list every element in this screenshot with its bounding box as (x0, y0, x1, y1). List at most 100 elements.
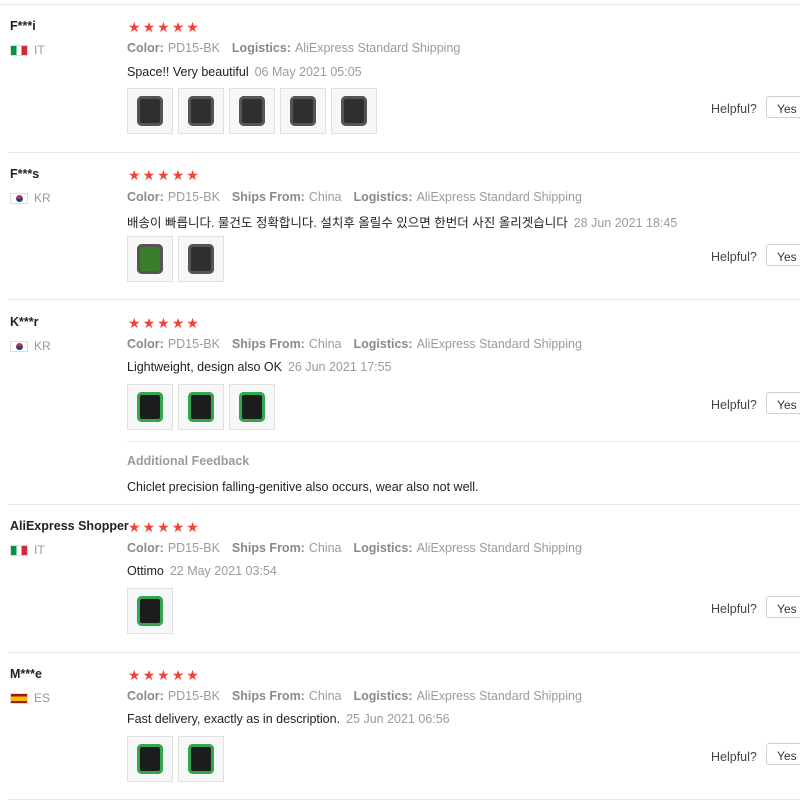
ships-from-label: Ships From: (231, 541, 305, 555)
color-value: PD15-BK (167, 190, 220, 204)
order-info: Color: PD15-BK Ships From: China Logistics: A… (127, 541, 582, 555)
helpful-label: Helpful? (711, 398, 757, 412)
star-rating: ★ ★ ★ ★ ★ (128, 168, 199, 182)
star-icon: ★ (186, 667, 199, 683)
country-code: KR (34, 339, 51, 353)
review-photos (127, 88, 377, 134)
review-divider (8, 152, 800, 153)
review-photo-thumbnail[interactable] (127, 88, 173, 134)
ships-from-label: Ships From: (231, 689, 305, 703)
review-photos (127, 236, 224, 282)
star-rating: ★ ★ ★ ★ ★ (128, 668, 199, 682)
review-date: 25 Jun 2021 06:56 (346, 712, 450, 726)
review-photo-thumbnail[interactable] (127, 588, 173, 634)
reviewer-name: K***r (10, 315, 39, 329)
review-photos (127, 384, 275, 430)
color-label: Color: (127, 541, 164, 555)
review-divider (8, 504, 800, 505)
star-icon: ★ (142, 19, 156, 35)
italy-flag-icon (10, 44, 28, 56)
review-body: 배송이 빠릅니다. 물건도 정확합니다. 설치후 올릴수 있으면 한번더 사진 … (127, 216, 568, 230)
review-text: Space!! Very beautiful 06 May 2021 05:05 (127, 65, 362, 79)
order-info: Color: PD15-BK Ships From: China Logistics: A… (127, 190, 582, 204)
order-info: Color: PD15-BK Ships From: China Logistics: A… (127, 689, 582, 703)
color-value: PD15-BK (167, 337, 220, 351)
ships-from-value: China (308, 541, 342, 555)
star-rating: ★ ★ ★ ★ ★ (128, 316, 199, 330)
helpful-label: Helpful? (711, 102, 757, 116)
ships-from-value: China (308, 337, 342, 351)
helpful-yes-button[interactable]: Yes ( (766, 596, 800, 618)
spain-flag-icon (10, 692, 28, 704)
helpful-label: Helpful? (711, 602, 757, 616)
country-code: IT (34, 543, 45, 557)
review-text: Ottimo 22 May 2021 03:54 (127, 564, 277, 578)
star-icon: ★ (171, 667, 185, 683)
star-rating: ★ ★ ★ ★ ★ (128, 520, 199, 534)
reviewer-name: AliExpress Shopper (10, 519, 129, 533)
logistics-label: Logistics: (353, 541, 413, 555)
star-rating: ★ ★ ★ ★ ★ (128, 20, 199, 34)
review-text: 배송이 빠릅니다. 물건도 정확합니다. 설치후 올릴수 있으면 한번더 사진 … (127, 212, 677, 231)
review-date: 26 Jun 2021 17:55 (287, 360, 392, 374)
logistics-label: Logistics: (231, 41, 291, 55)
star-icon: ★ (142, 519, 156, 535)
korea-flag-icon (10, 340, 28, 352)
color-value: PD15-BK (167, 41, 220, 55)
ships-from-label: Ships From: (231, 190, 305, 204)
review-text: Lightweight, design also OK 26 Jun 2021 1… (127, 360, 392, 374)
review-photo-thumbnail[interactable] (127, 736, 173, 782)
review-photo-thumbnail[interactable] (229, 88, 275, 134)
star-icon: ★ (157, 667, 170, 683)
review-photo-thumbnail[interactable] (280, 88, 326, 134)
additional-feedback-text: Chiclet precision falling-genitive also … (127, 480, 479, 494)
star-icon: ★ (157, 519, 170, 535)
star-icon: ★ (128, 667, 141, 683)
review-body: Space!! Very beautiful (127, 65, 249, 79)
review-body: Fast delivery, exactly as in description… (127, 712, 341, 726)
star-icon: ★ (186, 167, 199, 183)
review-date: 22 May 2021 03:54 (169, 564, 277, 578)
country-code: KR (34, 191, 51, 205)
helpful-label: Helpful? (711, 250, 757, 264)
logistics-label: Logistics: (353, 190, 413, 204)
review-photo-thumbnail[interactable] (331, 88, 377, 134)
review-divider (8, 299, 800, 300)
logistics-value: AliExpress Standard Shipping (416, 337, 582, 351)
logistics-value: AliExpress Standard Shipping (416, 541, 582, 555)
logistics-label: Logistics: (353, 689, 413, 703)
additional-feedback-divider (127, 441, 800, 442)
review-photo-thumbnail[interactable] (178, 88, 224, 134)
review-photo-thumbnail[interactable] (178, 236, 224, 282)
helpful-yes-button[interactable]: Yes ( (766, 96, 800, 118)
review-text: Fast delivery, exactly as in description… (127, 712, 450, 726)
review-photo-thumbnail[interactable] (178, 384, 224, 430)
review-photo-thumbnail[interactable] (229, 384, 275, 430)
star-icon: ★ (186, 315, 199, 331)
order-info: Color: PD15-BK Ships From: China Logistics: A… (127, 337, 582, 351)
helpful-yes-button[interactable]: Yes ( (766, 244, 800, 266)
color-label: Color: (127, 689, 164, 703)
reviewer-country: KR (10, 191, 51, 205)
color-label: Color: (127, 41, 164, 55)
review-photo-thumbnail[interactable] (127, 236, 173, 282)
reviewer-name: M***e (10, 667, 42, 681)
star-icon: ★ (171, 519, 185, 535)
ships-from-value: China (308, 689, 342, 703)
review-divider (8, 652, 800, 653)
color-label: Color: (127, 337, 164, 351)
star-icon: ★ (157, 19, 170, 35)
review-photos (127, 736, 224, 782)
helpful-yes-button[interactable]: Yes ( (766, 392, 800, 414)
reviewer-country: ES (10, 691, 50, 705)
review-photo-thumbnail[interactable] (127, 384, 173, 430)
reviewer-name: F***s (10, 167, 40, 181)
review-body: Ottimo (127, 564, 164, 578)
order-info: Color: PD15-BK Logistics: AliExpress Standa… (127, 41, 460, 55)
helpful-yes-button[interactable]: Yes ( (766, 743, 800, 765)
star-icon: ★ (142, 315, 156, 331)
star-icon: ★ (128, 19, 141, 35)
review-photo-thumbnail[interactable] (178, 736, 224, 782)
review-date: 28 Jun 2021 18:45 (573, 216, 678, 230)
ships-from-label: Ships From: (231, 337, 305, 351)
